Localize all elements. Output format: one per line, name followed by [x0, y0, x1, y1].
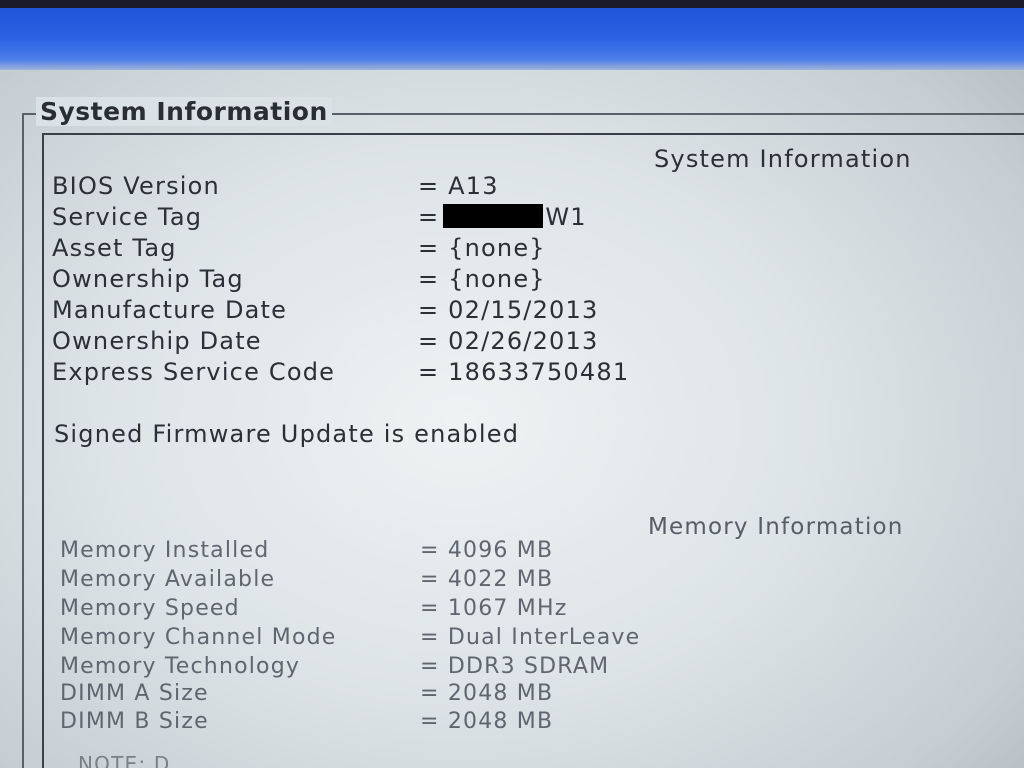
signed-firmware-status: Signed Firmware Update is enabled: [54, 420, 520, 448]
system-information-heading: System Information: [654, 145, 912, 173]
service-tag-equals: =: [418, 203, 440, 231]
bios-screen: System Information System Information BI…: [0, 0, 1024, 768]
memory-channel-mode-label: Memory Channel Mode: [60, 625, 337, 650]
service-tag-suffix: W1: [545, 203, 587, 231]
manufacture-date-label: Manufacture Date: [52, 296, 288, 324]
dimm-b-size-value: = 2048 MB: [420, 709, 554, 734]
memory-available-value: = 4022 MB: [420, 567, 554, 592]
section-title: System Information: [36, 97, 332, 126]
memory-available-label: Memory Available: [60, 567, 276, 592]
bios-title-bar: [0, 0, 1024, 70]
ownership-tag-value: = {none}: [418, 265, 546, 293]
express-service-code-value: = 18633750481: [418, 358, 630, 386]
service-tag-value: = W1: [418, 203, 587, 231]
dimm-a-size-value: = 2048 MB: [420, 681, 554, 706]
note-fragment: NOTE: D: [78, 752, 171, 768]
express-service-code-label: Express Service Code: [52, 358, 336, 386]
ownership-tag-label: Ownership Tag: [52, 265, 244, 293]
memory-installed-value: = 4096 MB: [420, 538, 554, 563]
bios-version-label: BIOS Version: [52, 172, 220, 200]
service-tag-label: Service Tag: [52, 203, 203, 231]
ownership-date-value: = 02/26/2013: [418, 327, 599, 355]
bios-version-value: = A13: [418, 172, 499, 200]
memory-installed-label: Memory Installed: [60, 538, 270, 563]
memory-speed-label: Memory Speed: [60, 596, 240, 621]
memory-information-heading: Memory Information: [648, 514, 904, 540]
dimm-a-size-label: DIMM A Size: [60, 681, 209, 706]
memory-technology-label: Memory Technology: [60, 654, 301, 679]
ownership-date-label: Ownership Date: [52, 327, 262, 355]
asset-tag-value: = {none}: [418, 234, 546, 262]
service-tag-redaction: [443, 204, 544, 228]
memory-technology-value: = DDR3 SDRAM: [420, 654, 610, 679]
dimm-b-size-label: DIMM B Size: [60, 709, 209, 734]
asset-tag-label: Asset Tag: [52, 234, 177, 262]
memory-speed-value: = 1067 MHz: [420, 596, 568, 621]
manufacture-date-value: = 02/15/2013: [418, 296, 599, 324]
memory-channel-mode-value: = Dual InterLeave: [420, 625, 641, 650]
screen-bezel-edge: [0, 0, 1024, 8]
